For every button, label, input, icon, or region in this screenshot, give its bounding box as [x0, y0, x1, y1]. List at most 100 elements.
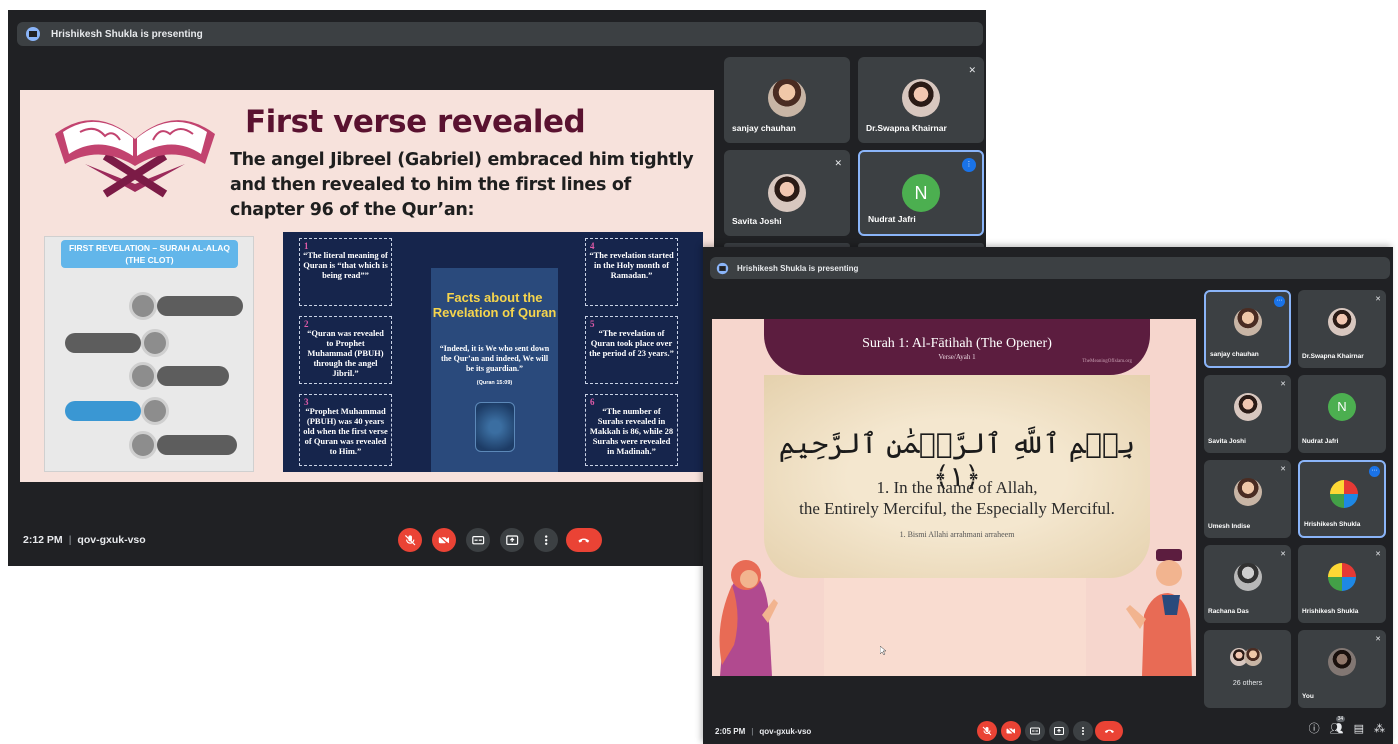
mic-off-icon: ✕ [1280, 551, 1286, 558]
avatar [1244, 648, 1262, 666]
clot-circle [129, 292, 157, 320]
mic-off-icon: ✕ [968, 65, 976, 75]
avatar [1328, 308, 1356, 336]
participant-tile[interactable]: ✕ Umesh Indise [1204, 460, 1291, 538]
mic-off-icon: ✕ [1375, 636, 1381, 643]
mic-off-button[interactable] [398, 528, 422, 552]
clot-row [65, 397, 169, 425]
fact-box: 3 “Prophet Muhammad (PBUH) was 40 years … [299, 394, 392, 466]
mic-off-icon: ✕ [1280, 381, 1286, 388]
captions-button[interactable] [1025, 721, 1045, 741]
presenting-text: Hrishikesh Shukla is presenting [737, 263, 859, 273]
present-icon [25, 26, 41, 42]
present-screen-icon [505, 535, 518, 545]
chat-icon[interactable]: ▤ [1354, 722, 1364, 735]
others-count: 26 others [1232, 680, 1263, 687]
end-call-button[interactable] [1095, 721, 1123, 741]
participant-name: You [1302, 693, 1314, 700]
avatar [768, 79, 806, 117]
clot-pill [157, 296, 243, 316]
side-panel-controls: ⓘ 34 👥︎ ▤ ⁂ [1309, 715, 1385, 736]
more-vert-icon [544, 535, 548, 545]
self-tile[interactable]: ✕ You [1298, 630, 1386, 708]
avatar [1328, 648, 1356, 676]
quran-stand-icon [55, 120, 215, 198]
participant-tile[interactable]: N Nudrat Jafri [1298, 375, 1386, 453]
clot-pill [65, 333, 141, 353]
slide-title: Surah 1: Al-Fātihah (The Opener) [862, 336, 1052, 351]
verse-translation: 1. In the name of Allah, the Entirely Me… [764, 477, 1150, 519]
participant-tile[interactable]: ✕ Savita Joshi [1204, 375, 1291, 453]
end-call-icon [578, 538, 590, 543]
participant-tile[interactable]: ✕ Savita Joshi [724, 150, 850, 236]
fact-number: 6 [590, 397, 595, 407]
fact-text: “The revelation started in the Holy mont… [589, 250, 674, 280]
facts-panel: 1 “The literal meaning of Quran is “that… [283, 232, 703, 472]
mouse-cursor-icon [880, 646, 886, 655]
more-options-button[interactable] [534, 528, 558, 552]
meeting-time: 2:05 PM [715, 727, 746, 736]
participant-tile[interactable]: ✕ Dr.Swapna Khairnar [858, 57, 984, 143]
fact-number: 3 [304, 397, 309, 407]
avatar [1328, 563, 1356, 591]
camera-off-button[interactable] [1001, 721, 1021, 741]
participant-tile[interactable]: ✕ Hrishikesh Shukla [1298, 545, 1386, 623]
present-button[interactable] [500, 528, 524, 552]
slide-title: First verse revealed [245, 104, 586, 140]
more-options-button[interactable] [1073, 721, 1093, 741]
speaking-icon: ⋯ [1274, 296, 1285, 307]
info-icon[interactable]: ⓘ [1309, 720, 1320, 736]
participant-name: Nudrat Jafri [1302, 438, 1339, 445]
participant-tile[interactable]: ✕ Rachana Das [1204, 545, 1291, 623]
people-button[interactable]: 34 👥︎ [1330, 715, 1346, 735]
participant-tile[interactable]: N ⋮ Nudrat Jafri [858, 150, 984, 236]
avatar [1234, 308, 1262, 336]
clot-header-line1: FIRST REVELATION – SURAH AL-ALAQ [68, 243, 231, 253]
fact-number: 2 [304, 319, 309, 329]
clot-pill [157, 435, 237, 455]
participant-tile[interactable]: ⋯ Hrishikesh Shukla [1298, 460, 1386, 538]
fact-box: 6 “The number of Surahs revealed in Makk… [585, 394, 678, 466]
man-illustration [1126, 549, 1192, 676]
avatar [1234, 478, 1262, 506]
mic-off-button[interactable] [977, 721, 997, 741]
clot-pill [157, 366, 229, 386]
translation-line: 1. In the name of Allah, [876, 478, 1038, 497]
participant-name: Savita Joshi [1208, 438, 1246, 445]
meeting-time: 2:12 PM [23, 534, 63, 546]
fact-text: “The number of Surahs revealed in Makkah… [589, 406, 674, 456]
camera-off-button[interactable] [432, 528, 456, 552]
participant-tile[interactable]: ⋯ sanjay chauhan [1204, 290, 1291, 368]
fact-text: “The literal meaning of Quran is “that w… [303, 250, 388, 280]
participant-name: sanjay chauhan [732, 123, 796, 133]
clot-row [129, 292, 243, 320]
end-call-button[interactable] [566, 528, 602, 552]
fact-text: “Quran was revealed to Prophet Muhammad … [307, 328, 384, 378]
clot-row [129, 431, 237, 459]
present-button[interactable] [1049, 721, 1069, 741]
participant-tile[interactable]: sanjay chauhan [724, 57, 850, 143]
clot-pill [65, 401, 141, 421]
fact-text: “Prophet Muhammad (PBUH) was 40 years ol… [303, 406, 388, 456]
people-count-badge: 34 [1335, 715, 1346, 722]
meeting-info: 2:05 PM | qov-gxuk-vso [715, 727, 811, 736]
slide-lower-panel [824, 578, 1086, 676]
participant-tile[interactable]: ✕ Dr.Swapna Khairnar [1298, 290, 1386, 368]
others-tile[interactable]: 26 others [1204, 630, 1291, 708]
slide-subtitle: The angel Jibreel (Gabriel) embraced him… [230, 150, 694, 220]
slide-header-band: Surah 1: Al-Fātihah (The Opener) Verse/A… [764, 319, 1150, 375]
meeting-info: 2:12 PM | qov-gxuk-vso [23, 534, 146, 546]
present-screen-icon [1054, 727, 1064, 735]
presenting-text: Hrishikesh Shukla is presenting [51, 28, 203, 40]
facts-title: Facts about the Revelation of Quran [432, 290, 557, 320]
fact-box: 4 “The revelation started in the Holy mo… [585, 238, 678, 306]
captions-button[interactable] [466, 528, 490, 552]
mic-off-icon: ✕ [1375, 296, 1381, 303]
separator: | [751, 727, 754, 736]
activities-icon[interactable]: ⁂ [1374, 722, 1385, 735]
participant-name: Savita Joshi [732, 216, 782, 226]
quran-book-icon [474, 402, 515, 452]
participant-name: Dr.Swapna Khairnar [1302, 353, 1364, 360]
avatar [1234, 563, 1262, 591]
participant-name: Hrishikesh Shukla [1302, 608, 1359, 615]
